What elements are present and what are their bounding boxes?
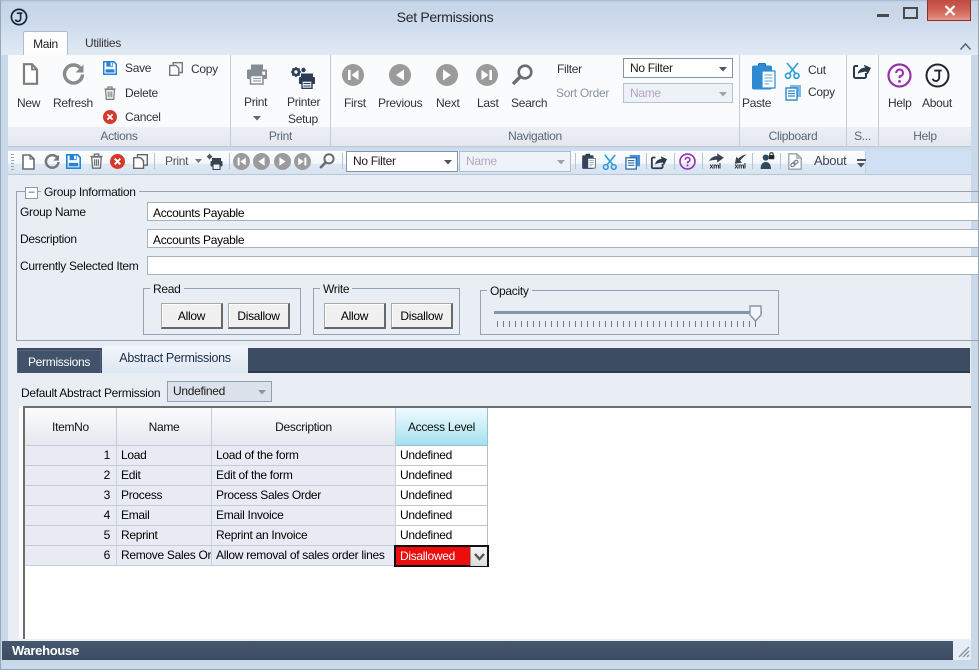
- svg-text:xml: xml: [710, 164, 722, 171]
- svg-text:xml: xml: [735, 164, 747, 171]
